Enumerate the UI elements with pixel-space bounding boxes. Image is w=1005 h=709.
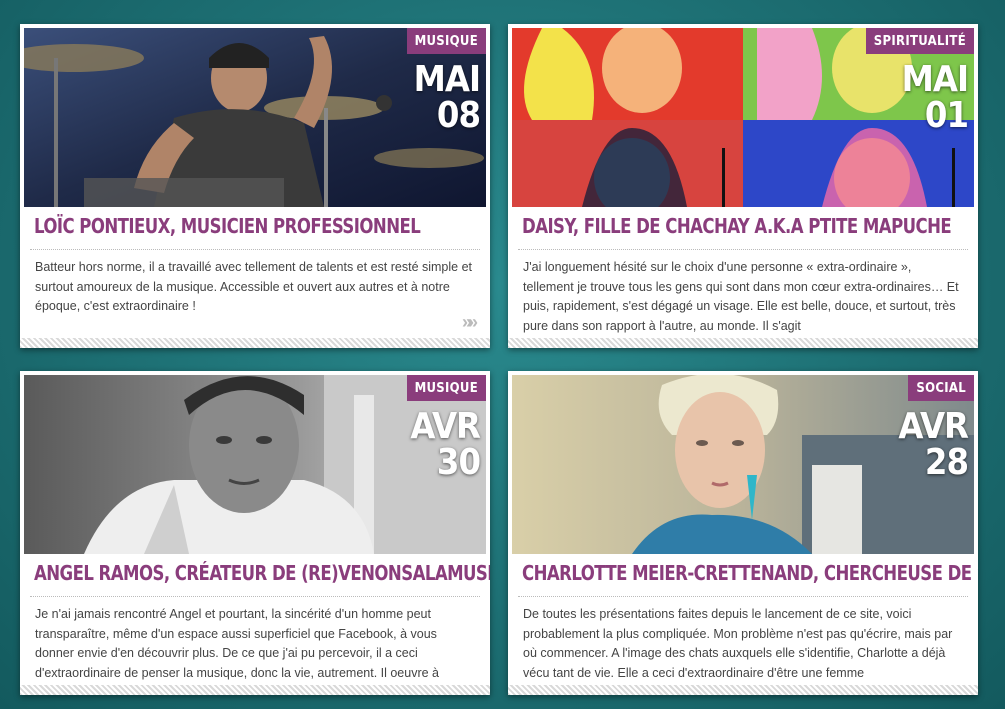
article-title-link[interactable]: CHARLOTTE MEIER-CRETTENAND, CHERCHEUSE D… xyxy=(522,561,978,585)
article-title-link[interactable]: LOÏC PONTIEUX, MUSICIEN PROFESSIONNEL xyxy=(34,214,444,238)
article-title-link[interactable]: DAISY, FILLE DE CHACHAY A.K.A PTITE MAPU… xyxy=(522,214,952,238)
article-card[interactable]: MUSIQUE AVR 30 ANGEL RAMOS, CRÉATEUR DE … xyxy=(20,371,490,695)
date-day: 30 xyxy=(436,442,481,483)
date-day: 01 xyxy=(924,95,969,136)
post-date: MAI 01 xyxy=(901,59,969,136)
article-card[interactable]: MUSIQUE MAI 08 LOÏC PONTIEUX, MUSICIEN P… xyxy=(20,24,490,348)
divider xyxy=(518,596,968,597)
date-day: 28 xyxy=(924,442,969,483)
article-excerpt: Batteur hors norme, il a travaillé avec … xyxy=(35,260,473,313)
post-date: MAI 08 xyxy=(413,59,481,136)
date-month: AVR xyxy=(410,406,481,447)
date-month: MAI xyxy=(413,59,481,100)
article-title-link[interactable]: ANGEL RAMOS, CRÉATEUR DE (RE)VENONSALAMU… xyxy=(34,561,490,585)
article-excerpt: De toutes les présentations faites depui… xyxy=(523,607,953,680)
article-excerpt: J'ai longuement hésité sur le choix d'un… xyxy=(523,260,959,333)
read-more-icon[interactable]: »» xyxy=(462,312,478,333)
category-badge[interactable]: SOCIAL xyxy=(908,375,974,401)
date-month: MAI xyxy=(901,59,969,100)
post-date: AVR 28 xyxy=(898,406,969,483)
category-badge[interactable]: MUSIQUE xyxy=(406,28,486,54)
date-month: AVR xyxy=(898,406,969,447)
card-footer-stripe xyxy=(20,338,490,348)
date-day: 08 xyxy=(436,95,481,136)
divider xyxy=(30,596,480,597)
card-footer-stripe xyxy=(508,338,978,348)
category-badge[interactable]: SPIRITUALITÉ xyxy=(865,28,974,54)
post-date: AVR 30 xyxy=(410,406,481,483)
category-badge[interactable]: MUSIQUE xyxy=(406,375,486,401)
article-excerpt: Je n'ai jamais rencontré Angel et pourta… xyxy=(35,607,440,680)
card-footer-stripe xyxy=(508,685,978,695)
divider xyxy=(30,249,480,250)
article-card[interactable]: SOCIAL AVR 28 CHARLOTTE MEIER-CRETTENAND… xyxy=(508,371,978,695)
card-footer-stripe xyxy=(20,685,490,695)
article-card[interactable]: SPIRITUALITÉ MAI 01 DAISY, FILLE DE CHAC… xyxy=(508,24,978,348)
divider xyxy=(518,249,968,250)
